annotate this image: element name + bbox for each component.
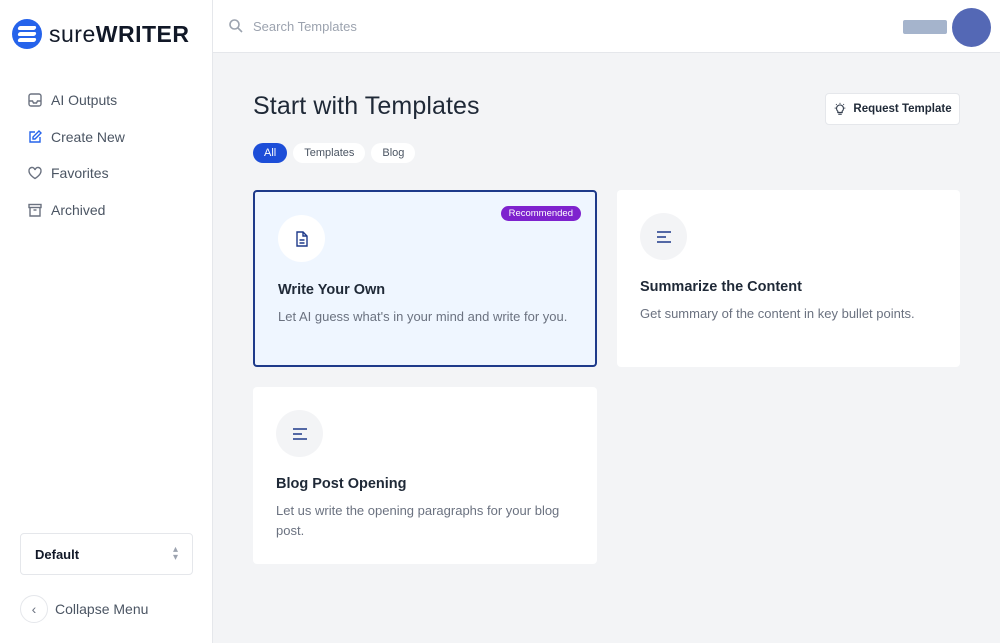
filter-chip-templates[interactable]: Templates [293, 143, 366, 163]
template-card-blog-post-opening[interactable]: Blog Post Opening Let us write the openi… [253, 387, 597, 564]
sidebar-item-label: Create New [51, 128, 125, 145]
card-title: Write Your Own [278, 282, 386, 298]
logo[interactable]: sureWRITER [12, 19, 189, 49]
collapse-menu-button[interactable]: ‹ Collapse Menu [20, 595, 148, 623]
template-card-write-your-own[interactable]: Recommended Write Your Own Let AI guess … [253, 190, 597, 367]
collapse-menu-label: Collapse Menu [55, 601, 149, 617]
search-input[interactable] [253, 15, 553, 37]
sidebar-item-label: Archived [51, 201, 106, 218]
sidebar: sureWRITER AI Outputs Create New Favorit… [0, 0, 213, 643]
chevron-left-icon: ‹ [20, 595, 48, 623]
logo-icon [12, 19, 42, 49]
card-description: Let us write the opening paragraphs for … [276, 503, 560, 538]
page-title: Start with Templates [253, 92, 480, 120]
card-title: Summarize the Content [640, 279, 802, 295]
edit-icon [27, 129, 43, 145]
request-template-label: Request Template [853, 103, 952, 115]
user-name-redacted[interactable] [903, 20, 947, 34]
filter-chip-blog[interactable]: Blog [371, 143, 416, 163]
workspace-select[interactable]: Default ▴ ▾ [20, 533, 193, 575]
sidebar-item-ai-outputs[interactable]: AI Outputs [0, 82, 212, 119]
text-lines-icon [640, 213, 687, 260]
card-description: Let AI guess what's in your mind and wri… [278, 309, 568, 324]
sidebar-item-favorites[interactable]: Favorites [0, 155, 212, 192]
sidebar-item-label: Favorites [51, 165, 109, 182]
chevron-up-down-icon: ▴ ▾ [172, 544, 178, 563]
sidebar-item-label: AI Outputs [51, 92, 118, 109]
filter-chip-all[interactable]: All [253, 143, 288, 163]
document-icon [278, 215, 325, 262]
inbox-icon [27, 92, 43, 108]
text-lines-icon [276, 410, 323, 457]
request-template-button[interactable]: Request Template [825, 93, 960, 125]
recommended-badge: Recommended [500, 206, 581, 221]
avatar[interactable] [952, 8, 991, 47]
archive-icon [27, 202, 43, 218]
sidebar-item-archived[interactable]: Archived [0, 192, 212, 229]
template-card-summarize-the-content[interactable]: Summarize the Content Get summary of the… [617, 190, 960, 367]
card-description: Get summary of the content in key bullet… [640, 306, 915, 321]
filter-chips: All Templates Blog [253, 143, 421, 163]
sidebar-item-create-new[interactable]: Create New [0, 119, 212, 156]
card-title: Blog Post Opening [276, 476, 407, 492]
sidebar-nav: AI Outputs Create New Favorites Archived [0, 82, 212, 228]
search-icon [229, 19, 243, 33]
workspace-label: Default [35, 546, 80, 562]
lightbulb-icon [833, 102, 847, 116]
heart-icon [27, 165, 43, 181]
top-bar [213, 0, 1000, 53]
logo-text: sureWRITER [49, 20, 190, 47]
